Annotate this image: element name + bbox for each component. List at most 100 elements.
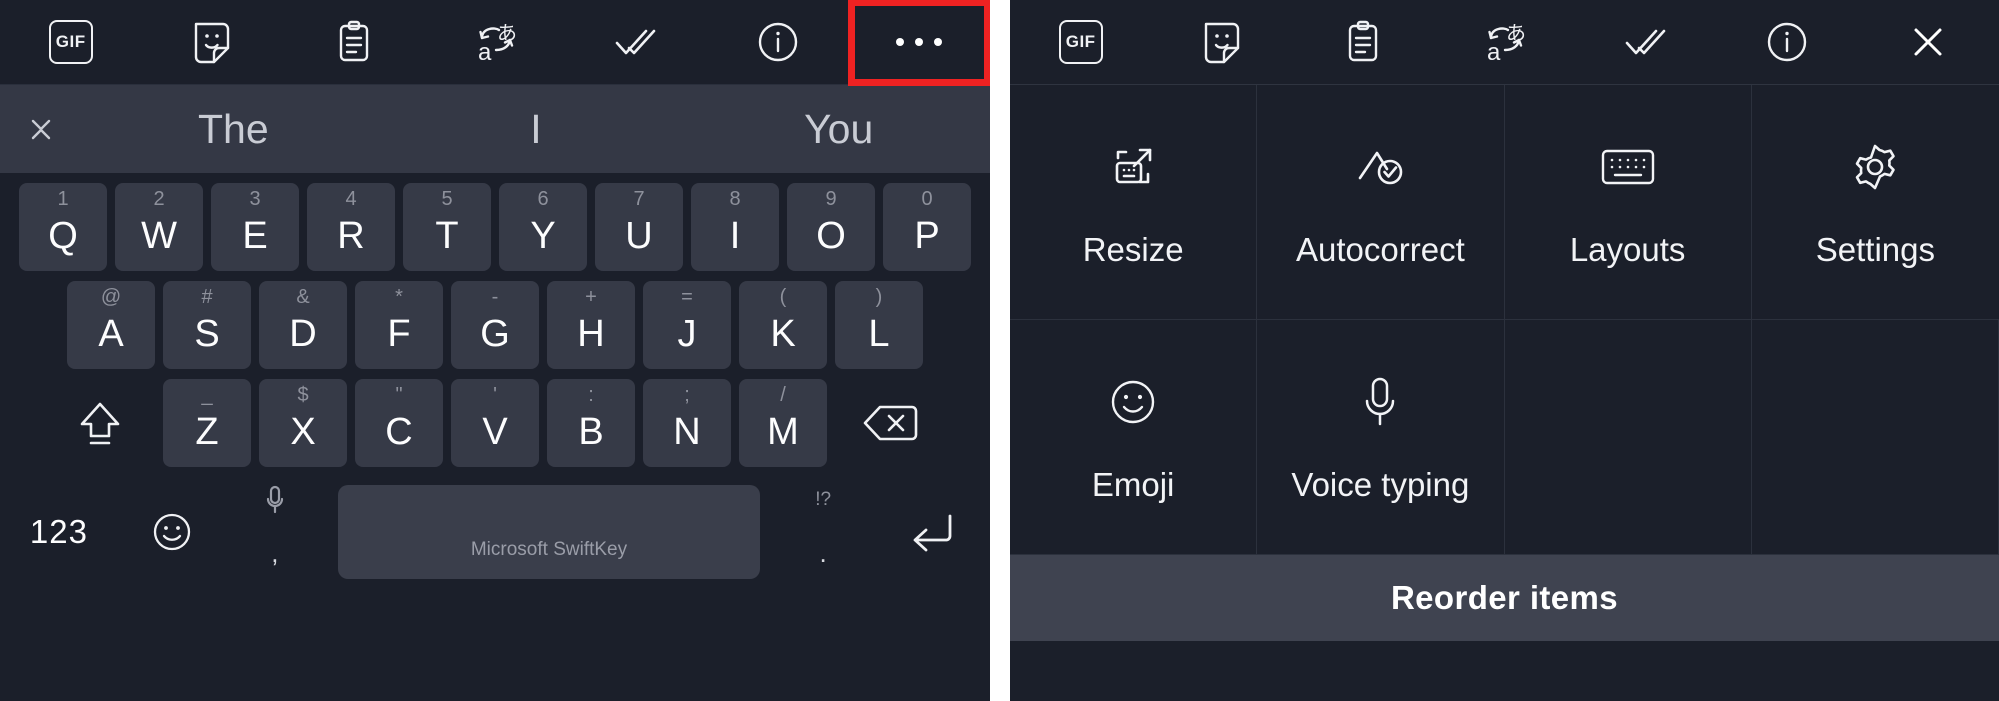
key-p-secondary: 0 [921,188,933,210]
enter-key[interactable] [872,482,990,582]
menu-item-voice-typing[interactable]: Voice typing [1257,320,1505,555]
prediction-item-2[interactable]: I [385,108,688,150]
key-b-label: B [578,411,604,453]
period-key[interactable]: !? . [774,482,872,582]
comma-key[interactable]: , [226,482,324,582]
key-r[interactable]: 4R [307,183,395,271]
key-d[interactable]: & D [259,281,347,369]
key-y-label: Y [530,215,556,257]
key-t-label: T [435,215,459,257]
key-y[interactable]: 6Y [499,183,587,271]
close-predictions-button[interactable] [0,112,82,146]
left-panel-footer [0,587,990,607]
key-v-secondary: ' [493,384,497,406]
menu-item-settings[interactable]: Settings [1751,85,1999,320]
shift-key[interactable] [45,379,155,467]
autocorrect-icon [1351,139,1409,195]
close-icon[interactable] [1858,0,1999,85]
sticker-icon[interactable] [1151,0,1292,85]
more-icon[interactable] [847,0,990,86]
key-m-secondary: / [780,384,786,406]
period-secondary: !? [815,489,832,510]
gif-icon[interactable]: GIF [1010,0,1151,85]
clipboard-icon[interactable] [1293,0,1434,85]
key-l-label: L [868,313,890,355]
info-icon[interactable] [707,0,848,85]
sticker-icon[interactable] [141,0,282,85]
key-b[interactable]: :B [547,379,635,467]
key-a-secondary: @ [100,286,122,308]
menu-item-resize[interactable]: Resize [1010,85,1258,320]
gif-icon[interactable]: GIF [0,0,141,85]
more-dots [896,38,943,46]
key-c[interactable]: " C [355,379,443,467]
menu-item-emoji-label: Emoji [1091,465,1175,503]
key-z-secondary: _ [201,384,213,406]
key-z[interactable]: _ Z [163,379,251,467]
key-k-secondary: ( [779,286,787,308]
key-i-secondary: 8 [729,188,741,210]
microphone-icon [226,484,324,518]
key-q-secondary: 1 [57,188,69,210]
info-icon[interactable] [1716,0,1857,85]
tasks-icon[interactable] [566,0,707,85]
more-options-menu: Resize Autocorrect Layouts Settings Emoj… [1010,85,1999,555]
key-o-secondary: 9 [825,188,837,210]
key-g-label: G [480,313,510,355]
key-q[interactable]: 1Q [19,183,107,271]
key-f-secondary: * [395,286,403,308]
key-j-secondary: = [681,286,693,308]
right-panel-footer [1010,641,1999,677]
menu-item-layouts[interactable]: Layouts [1504,85,1752,320]
keyboard-panel-left: GIF a あ The I You 1 Q 2 W 3 E 4 R 5 T 6 … [0,0,990,701]
space-key[interactable]: Microsoft SwiftKey [337,485,761,579]
key-k[interactable]: (K [739,281,827,369]
numeric-key[interactable]: 123 [0,482,118,582]
key-l[interactable]: ) L [835,281,923,369]
panel-divider [990,0,1010,701]
key-n-secondary: ; [684,384,690,406]
key-h[interactable]: + H [547,281,635,369]
backspace-key[interactable] [835,379,945,467]
menu-item-resize-label: Resize [1082,230,1184,268]
key-w[interactable]: 2W [115,183,203,271]
key-n[interactable]: ; N [643,379,731,467]
key-e-secondary: 3 [249,188,261,210]
key-g[interactable]: -G [451,281,539,369]
key-j[interactable]: = J [643,281,731,369]
menu-item-emoji[interactable]: Emoji [1010,320,1258,555]
key-w-label: W [141,215,177,257]
key-p-label: P [914,215,940,257]
key-r-label: R [337,215,365,257]
translator-icon[interactable]: a あ [424,0,565,85]
menu-item-autocorrect[interactable]: Autocorrect [1257,85,1505,320]
gif-icon-label: GIF [48,20,93,64]
key-i-label: I [729,215,741,257]
key-x[interactable]: $ X [259,379,347,467]
key-x-secondary: $ [297,384,309,406]
key-t[interactable]: 5T [403,183,491,271]
emoji-key[interactable] [118,482,226,582]
tasks-icon[interactable] [1575,0,1716,85]
key-o[interactable]: 9O [787,183,875,271]
clipboard-icon[interactable] [283,0,424,85]
key-f[interactable]: * F [355,281,443,369]
key-i[interactable]: 8I [691,183,779,271]
key-q-label: Q [48,215,78,257]
key-p[interactable]: 0P [883,183,971,271]
prediction-item-1[interactable]: The [82,108,385,150]
reorder-items-button[interactable]: Reorder items [1010,555,1999,641]
key-u[interactable]: 7U [595,183,683,271]
translator-icon[interactable]: a あ [1434,0,1575,85]
prediction-item-3[interactable]: You [687,108,990,150]
key-s-label: S [194,313,220,355]
key-v[interactable]: ' V [451,379,539,467]
key-j-label: J [677,313,697,355]
key-e[interactable]: 3E [211,183,299,271]
key-a[interactable]: @ A [67,281,155,369]
key-s[interactable]: # S [163,281,251,369]
key-v-label: V [482,411,508,453]
key-m[interactable]: / M [739,379,827,467]
key-h-label: H [577,313,605,355]
keyboard-panel-right: GIF a あ Resize Autocorrect Layouts Setti… [1010,0,1999,701]
